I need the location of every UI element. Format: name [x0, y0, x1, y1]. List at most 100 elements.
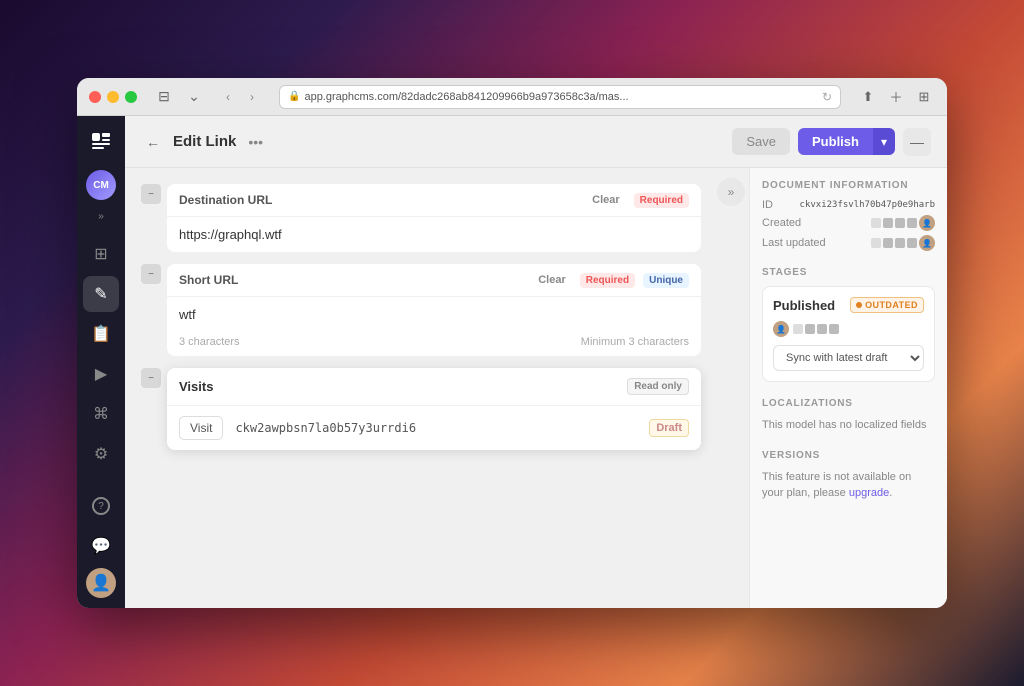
short-url-section: − Short URL Clear Required Unique 3 char…: [141, 264, 701, 356]
sidebar-bottom: ? 💬 👤: [83, 488, 119, 598]
chat-icon: 💬: [91, 536, 111, 556]
titlebar: ⊟ ⌄ ‹ › 🔒 app.graphcms.com/82dadc268ab84…: [77, 78, 947, 116]
page-title: Edit Link: [173, 133, 236, 150]
created-dot-3: [895, 218, 905, 228]
stage-dot-4: [829, 324, 839, 334]
outdated-label: OUTDATED: [865, 300, 918, 310]
app-window: ⊟ ⌄ ‹ › 🔒 app.graphcms.com/82dadc268ab84…: [77, 78, 947, 608]
right-panel-toggle[interactable]: »: [717, 178, 745, 206]
sync-select[interactable]: Sync with latest draft: [773, 345, 924, 371]
sidebar-item-settings[interactable]: ⚙: [83, 436, 119, 472]
destination-url-label: Destination URL: [179, 193, 578, 207]
save-button[interactable]: Save: [732, 128, 790, 155]
topbar: ← Edit Link ••• Save Publish ▾ —: [125, 116, 947, 168]
visits-readonly-badge: Read only: [627, 378, 689, 395]
expand-visits-icon[interactable]: −: [141, 368, 161, 388]
share-icon[interactable]: ⬆: [857, 86, 879, 108]
sidebar-toggle-icon[interactable]: ⊟: [153, 86, 175, 108]
expand-short-url-icon[interactable]: −: [141, 264, 161, 284]
short-url-footer: 3 characters Minimum 3 characters: [167, 332, 701, 356]
traffic-lights: [89, 91, 137, 103]
app-logo: [85, 126, 117, 158]
layers-icon: ⊞: [94, 244, 107, 264]
visits-field: Visits Read only Visit ckw2awpbsn7la0b57…: [167, 368, 701, 450]
sidebar-item-webhook[interactable]: ⌘: [83, 396, 119, 432]
sidebar-item-document[interactable]: 📋: [83, 316, 119, 352]
webhook-icon: ⌘: [93, 404, 109, 424]
destination-url-field: Destination URL Clear Required: [167, 184, 701, 252]
destination-url-section: − Destination URL Clear Required: [141, 184, 701, 252]
forward-nav-button[interactable]: ›: [241, 86, 263, 108]
publish-button[interactable]: Publish: [798, 128, 873, 155]
sidebar-item-play[interactable]: ▶: [83, 356, 119, 392]
sidebar-item-help[interactable]: ?: [83, 488, 119, 524]
edit-icon: ✎: [94, 284, 107, 304]
versions-title: VERSIONS: [762, 450, 935, 461]
content-area: − Destination URL Clear Required −: [125, 168, 947, 608]
created-dot-4: [907, 218, 917, 228]
id-label: ID: [762, 199, 773, 211]
publish-dropdown-button[interactable]: ▾: [873, 128, 895, 155]
play-icon: ▶: [95, 364, 107, 384]
expand-destination-url-icon[interactable]: −: [141, 184, 161, 204]
user-avatar[interactable]: 👤: [86, 568, 116, 598]
upgrade-link[interactable]: upgrade: [849, 487, 889, 499]
stages-section: STAGES Published OUTDATED 👤: [762, 267, 935, 382]
stage-dot-3: [817, 324, 827, 334]
short-url-label: Short URL: [179, 273, 524, 287]
last-updated-label: Last updated: [762, 237, 826, 249]
updated-avatar: 👤: [919, 235, 935, 251]
right-panel-toggle-area: »: [717, 168, 749, 608]
editor-area: − Destination URL Clear Required −: [125, 168, 717, 608]
versions-message: This feature is not available on your pl…: [762, 469, 935, 502]
localizations-message: This model has no localized fields: [762, 417, 935, 434]
sidebar-item-edit[interactable]: ✎: [83, 276, 119, 312]
id-row: ID ckvxi23fsvlh70b47p0e9harb: [762, 199, 935, 211]
visit-button[interactable]: Visit: [179, 416, 223, 440]
collapse-button[interactable]: —: [903, 128, 931, 156]
sidebar-item-chat[interactable]: 💬: [83, 528, 119, 564]
minimize-button[interactable]: [107, 91, 119, 103]
more-icon: •••: [248, 134, 263, 150]
created-avatar: 👤: [919, 215, 935, 231]
localizations-section: LOCALIZATIONS This model has no localize…: [762, 398, 935, 434]
created-info: 👤: [871, 215, 935, 231]
more-options-button[interactable]: •••: [244, 130, 267, 154]
stage-avatar: 👤: [773, 321, 789, 337]
created-dot-2: [883, 218, 893, 228]
updated-dot-3: [895, 238, 905, 248]
stages-title: STAGES: [762, 267, 935, 278]
short-url-clear[interactable]: Clear: [532, 272, 572, 288]
sidebar-expand-icon[interactable]: »: [91, 208, 111, 224]
updated-dot-4: [907, 238, 917, 248]
destination-url-input[interactable]: [167, 217, 701, 252]
titlebar-actions: ⬆ ＋ ⊞: [857, 86, 935, 108]
back-nav-button[interactable]: ‹: [217, 86, 239, 108]
chevron-down-icon[interactable]: ⌄: [183, 86, 205, 108]
visits-row: Visit ckw2awpbsn7la0b57y3urrdi6 Draft: [167, 406, 701, 450]
short-url-input[interactable]: [167, 297, 701, 332]
back-icon: ←: [146, 134, 160, 150]
document-icon: 📋: [91, 324, 111, 344]
grid-icon[interactable]: ⊞: [913, 86, 935, 108]
destination-url-clear[interactable]: Clear: [586, 192, 626, 208]
destination-url-required: Required: [634, 193, 689, 208]
created-dot-1: [871, 218, 881, 228]
document-info-title: DOCUMENT INFORMATION: [762, 180, 935, 191]
close-button[interactable]: [89, 91, 101, 103]
add-tab-icon[interactable]: ＋: [885, 86, 907, 108]
address-bar[interactable]: 🔒 app.graphcms.com/82dadc268ab841209966b…: [279, 85, 841, 109]
sidebar-item-layers[interactable]: ⊞: [83, 236, 119, 272]
stage-dot-2: [805, 324, 815, 334]
fullscreen-button[interactable]: [125, 91, 137, 103]
settings-icon: ⚙: [94, 444, 108, 464]
main-content: ← Edit Link ••• Save Publish ▾ —: [125, 116, 947, 608]
created-row: Created 👤: [762, 215, 935, 231]
reload-icon[interactable]: ↻: [822, 90, 832, 104]
workspace-avatar[interactable]: CM: [86, 170, 116, 200]
nav-buttons: ‹ ›: [217, 86, 263, 108]
min-chars-hint: Minimum 3 characters: [581, 336, 689, 348]
destination-url-header: Destination URL Clear Required: [167, 184, 701, 217]
outdated-dot: [856, 302, 862, 308]
back-button[interactable]: ←: [141, 130, 165, 154]
